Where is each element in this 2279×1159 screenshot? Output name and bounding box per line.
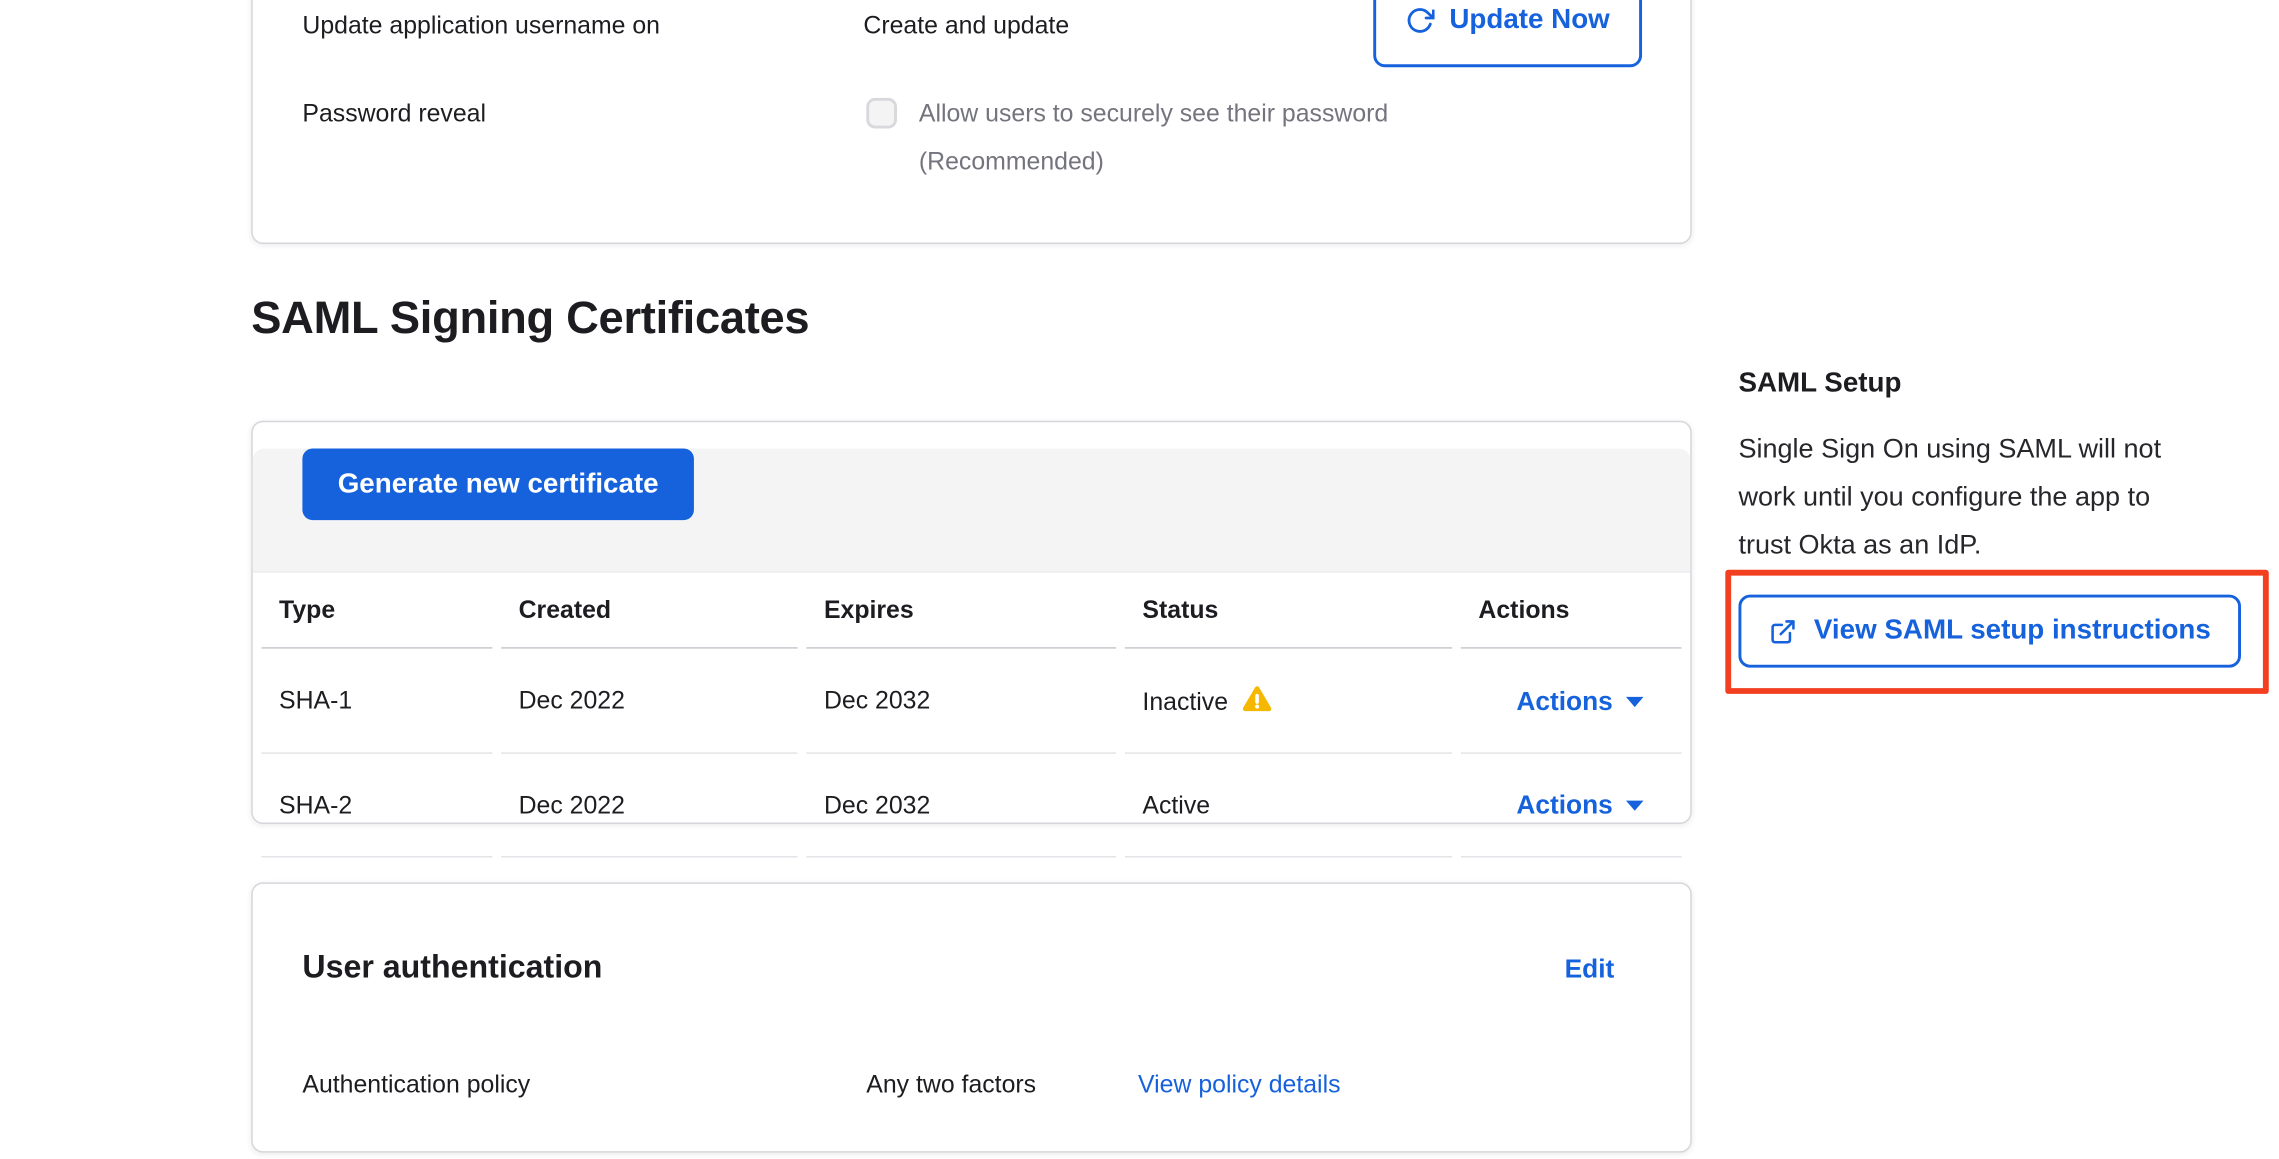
certificates-toolbar: Generate new certificate (253, 448, 1691, 572)
user-authentication-card: User authentication Edit Authentication … (251, 882, 1691, 1152)
warning-icon (1241, 685, 1272, 714)
page-title: SAML Signing Certificates (251, 292, 809, 345)
certificates-table: Type Created Expires Status Actions SHA-… (253, 573, 1691, 858)
password-reveal-checkbox[interactable] (866, 98, 897, 129)
settings-page: Update application username on Create an… (0, 0, 2279, 1158)
cert-type-cell: SHA-2 (261, 754, 492, 858)
column-header-created: Created (501, 573, 798, 649)
actions-menu-button[interactable]: Actions (1516, 686, 1643, 717)
update-now-button[interactable]: Update Now (1373, 0, 1642, 67)
cert-type-cell: SHA-1 (261, 649, 492, 754)
status-badge: Active (1142, 791, 1210, 819)
user-authentication-title: User authentication (302, 948, 602, 986)
caret-down-icon (1626, 801, 1644, 811)
update-username-value: Create and update (863, 12, 1069, 41)
status-badge: Inactive (1142, 688, 1228, 716)
view-saml-instructions-label: View SAML setup instructions (1814, 615, 2211, 647)
column-header-type: Type (261, 573, 492, 649)
external-link-icon (1769, 617, 1797, 645)
caret-down-icon (1626, 696, 1644, 706)
update-username-label: Update application username on (302, 12, 660, 41)
refresh-icon (1406, 6, 1435, 35)
view-saml-instructions-button[interactable]: View SAML setup instructions (1738, 595, 2241, 668)
cert-created-cell: Dec 2022 (501, 649, 798, 754)
table-header-row: Type Created Expires Status Actions (261, 573, 1681, 649)
actions-menu-button[interactable]: Actions (1516, 790, 1643, 821)
cert-status-cell: Inactive (1125, 649, 1452, 754)
column-header-actions: Actions (1461, 573, 1682, 649)
cert-expires-cell: Dec 2032 (806, 754, 1116, 858)
cert-actions-cell: Actions (1461, 754, 1682, 858)
edit-button[interactable]: Edit (1565, 954, 1615, 985)
password-reveal-description: Allow users to securely see their passwo… (919, 89, 1533, 185)
cert-status-cell: Active (1125, 754, 1452, 858)
cert-actions-cell: Actions (1461, 649, 1682, 754)
table-row: SHA-2 Dec 2022 Dec 2032 Active Actions (261, 754, 1681, 858)
view-policy-details-link[interactable]: View policy details (1138, 1071, 1340, 1100)
authentication-policy-value: Any two factors (866, 1071, 1036, 1100)
generate-certificate-button[interactable]: Generate new certificate (302, 448, 694, 520)
update-now-label: Update Now (1449, 4, 1609, 36)
column-header-expires: Expires (806, 573, 1116, 649)
password-reveal-label: Password reveal (302, 99, 486, 128)
cert-created-cell: Dec 2022 (501, 754, 798, 858)
column-header-status: Status (1125, 573, 1452, 649)
actions-menu-label: Actions (1516, 790, 1612, 821)
account-settings-card: Update application username on Create an… (251, 0, 1691, 244)
saml-setup-description: Single Sign On using SAML will not work … (1738, 424, 2249, 569)
cert-expires-cell: Dec 2032 (806, 649, 1116, 754)
saml-setup-title: SAML Setup (1738, 368, 1901, 400)
saml-certificates-card: Generate new certificate Type Created Ex… (251, 421, 1691, 824)
actions-menu-label: Actions (1516, 686, 1612, 717)
authentication-policy-label: Authentication policy (302, 1071, 530, 1100)
table-row: SHA-1 Dec 2022 Dec 2032 Inactive Actions (261, 649, 1681, 754)
